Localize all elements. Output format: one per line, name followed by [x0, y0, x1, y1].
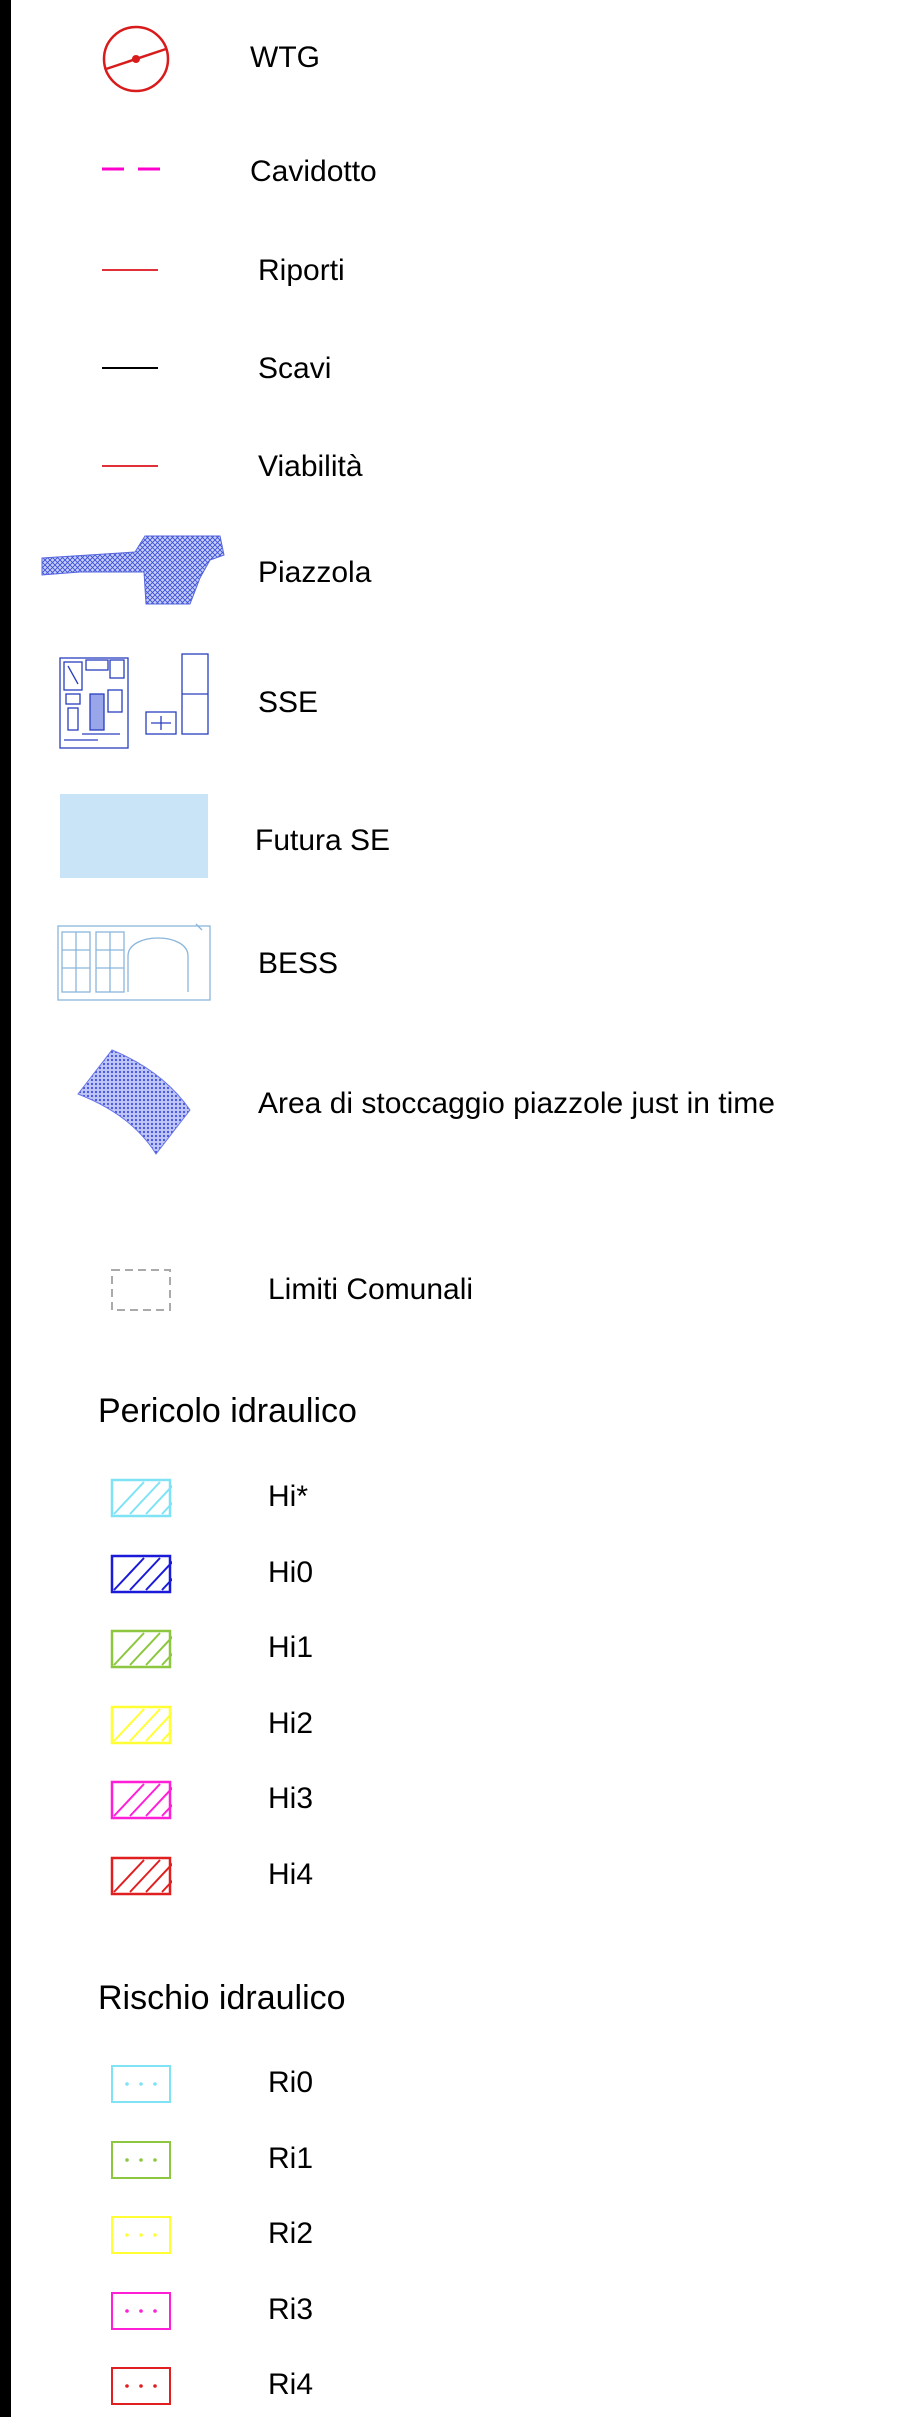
section-title-rischio: Rischio idraulico	[98, 1979, 346, 2017]
piazzola-hatched-area-icon	[41, 535, 225, 605]
legend-label-scavi: Scavi	[258, 352, 332, 385]
hatch-swatch-icon	[110, 1478, 172, 1518]
futura-se-filled-rect-icon	[60, 794, 208, 878]
left-border	[0, 0, 11, 2417]
legend-label-piazzola: Piazzola	[258, 556, 372, 589]
scavi-line-icon	[102, 367, 158, 369]
dotted-swatch-icon	[111, 2065, 171, 2103]
legend-label-ri0: Ri0	[268, 2066, 314, 2099]
legend-label-hi1: Hi1	[268, 1631, 314, 1664]
hatch-swatch-icon	[110, 1856, 172, 1895]
legend-label-area-stoccaggio: Area di stoccaggio piazzole just in time	[258, 1087, 775, 1120]
limiti-comunali-dashed-rect-icon	[111, 1269, 171, 1311]
dotted-swatch-icon	[111, 2140, 171, 2179]
legend-label-limiti-comunali: Limiti Comunali	[268, 1273, 474, 1306]
legend-label-futura-se: Futura SE	[255, 824, 391, 857]
wtg-turbine-icon	[102, 25, 170, 93]
section-title-pericolo: Pericolo idraulico	[98, 1392, 357, 1430]
legend-label-ri1: Ri1	[268, 2141, 314, 2175]
viabilita-line-icon	[102, 465, 158, 467]
legend-label-cavidotto: Cavidotto	[250, 155, 377, 188]
dotted-swatch-icon	[111, 2216, 171, 2254]
legend-label-viabilita: Viabilità	[258, 450, 363, 483]
legend-label-bess: BESS	[258, 947, 339, 980]
dotted-swatch-icon	[111, 2291, 171, 2330]
legend-label-ri2: Ri2	[268, 2217, 314, 2250]
legend-label-wtg: WTG	[250, 41, 320, 74]
storage-area-icon	[77, 1049, 191, 1155]
legend-label-hi0: Hi0	[268, 1555, 314, 1589]
sse-substation-plan-icon	[59, 653, 209, 749]
hatch-swatch-icon	[110, 1554, 172, 1593]
riporti-line-icon	[102, 269, 158, 271]
legend-label-hi2: Hi2	[268, 1706, 314, 1740]
hatch-swatch-icon	[110, 1780, 172, 1820]
legend-label-hi4: Hi4	[268, 1857, 314, 1891]
hatch-swatch-icon	[110, 1629, 172, 1669]
dotted-swatch-icon	[111, 2367, 171, 2405]
bess-plan-icon	[57, 923, 211, 1001]
legend-label-ri3: Ri3	[268, 2292, 314, 2326]
hatch-swatch-icon	[110, 1705, 172, 1744]
legend-label-hi: Hi*	[268, 1480, 309, 1513]
legend-label-riporti: Riporti	[258, 254, 345, 287]
cavidotto-dashed-line-icon	[102, 167, 160, 171]
legend-label-hi3: Hi3	[268, 1782, 314, 1815]
legend-label-sse: SSE	[258, 686, 319, 719]
legend-label-ri4: Ri4	[268, 2368, 314, 2401]
